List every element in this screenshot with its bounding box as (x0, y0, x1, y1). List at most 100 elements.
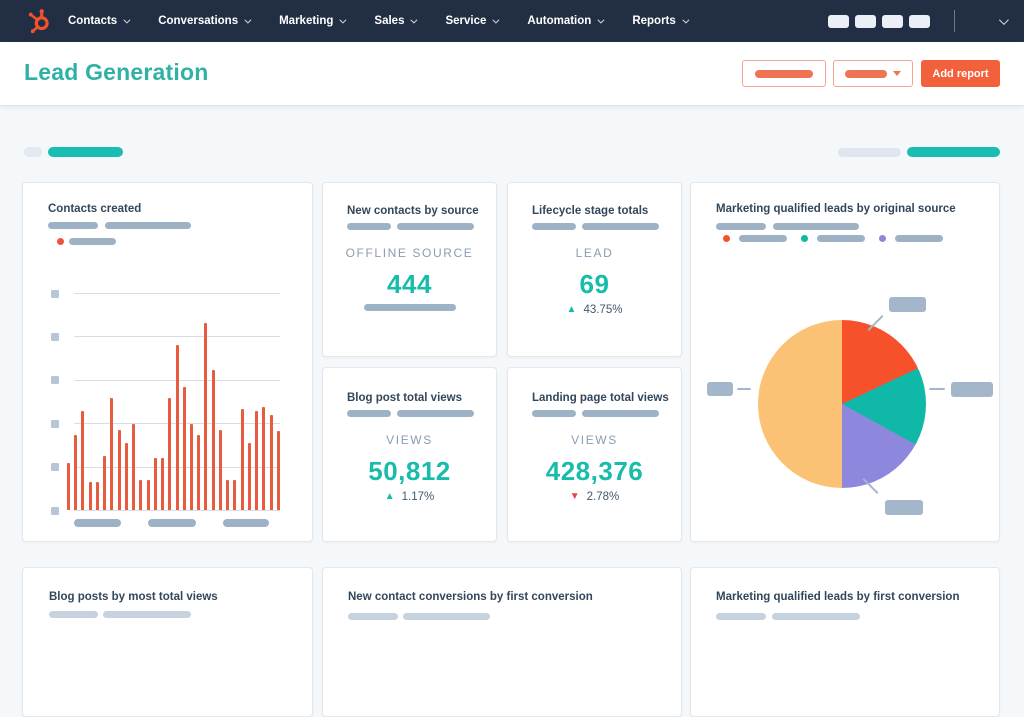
chevron-down-icon (682, 16, 690, 24)
nav-menu-reports[interactable]: Reports (632, 15, 690, 27)
metric-value: 50,812 (368, 456, 451, 486)
card-title: New contact conversions by first convers… (348, 591, 593, 603)
bar (269, 414, 273, 510)
legend-dot (723, 235, 730, 242)
bar (132, 423, 136, 510)
subtitle-placeholder (105, 222, 191, 229)
pie-callout-label (889, 297, 926, 312)
chevron-down-icon (339, 16, 347, 24)
pie-callout-label (707, 382, 733, 396)
nav-menu-conversations[interactable]: Conversations (158, 15, 252, 27)
nav-menu-service[interactable]: Service (445, 15, 500, 27)
dropdown-caret-icon (893, 71, 901, 76)
card-title: Blog post total views (347, 392, 463, 404)
dashboard-action-button-1[interactable] (742, 60, 826, 87)
pie-legend (723, 235, 957, 242)
subtitle-placeholder (397, 410, 474, 417)
metric-label: OFFLINE SOURCE (345, 246, 474, 260)
card-new-contacts-by-source: New contacts by source OFFLINE SOURCE 44… (322, 182, 497, 357)
x-axis-label-placeholder (148, 519, 196, 527)
legend-label-placeholder (895, 235, 943, 242)
nav-menu-contacts[interactable]: Contacts (68, 15, 131, 27)
add-report-button[interactable]: Add report (921, 60, 1000, 87)
y-axis-tick-placeholder (51, 376, 59, 385)
nav-menu-marketing[interactable]: Marketing (279, 15, 347, 27)
subtitle-placeholder (347, 410, 391, 417)
subtitle-placeholder (582, 223, 659, 230)
page-title: Lead Generation (24, 59, 209, 85)
chevron-down-icon (123, 16, 131, 24)
bar (211, 369, 215, 510)
nav-icon-placeholder[interactable] (855, 14, 876, 28)
nav-icon-placeholder[interactable] (909, 14, 930, 28)
subtitle-placeholder (48, 222, 98, 229)
delta-up-icon: ▲ (566, 304, 577, 315)
nav-menu-automation[interactable]: Automation (527, 15, 605, 27)
delta-up-icon: ▲ (384, 491, 395, 502)
gridline (74, 510, 280, 511)
button-label-placeholder (755, 69, 813, 78)
metric-value: 69 (579, 269, 610, 299)
y-axis-tick-placeholder (51, 463, 59, 472)
card-contacts-created: Contacts created (22, 182, 313, 542)
bar (168, 397, 172, 510)
account-chevron-down-icon[interactable] (998, 14, 1009, 25)
card-title: Marketing qualified leads by original so… (716, 203, 956, 215)
dashboard-action-dropdown[interactable] (833, 60, 913, 87)
card-lifecycle-stage-totals: Lifecycle stage totals LEAD 69 ▲ 43.75% (507, 182, 682, 357)
bar (262, 407, 266, 510)
legend-label-placeholder (817, 235, 865, 242)
card-title: New contacts by source (347, 205, 479, 217)
card-mql-by-original-source: Marketing qualified leads by original so… (690, 182, 1000, 542)
subtitle-placeholder (532, 223, 576, 230)
top-navbar: Contacts Conversations Marketing Sales Servi… (0, 0, 1024, 42)
card-title: Blog posts by most total views (49, 591, 218, 603)
card-landing-page-total-views: Landing page total views VIEWS 428,376 ▼… (507, 367, 682, 542)
pie-callout-label (951, 382, 993, 397)
bar (110, 397, 114, 510)
nav-menu-list: Contacts Conversations Marketing Sales Servi… (68, 0, 690, 42)
dashboard-filter-placeholder[interactable] (24, 147, 42, 157)
card-mql-by-first-conversion: Marketing qualified leads by first conve… (690, 567, 1000, 717)
bar (153, 457, 157, 510)
nav-icon-group (828, 14, 930, 28)
nav-icon-placeholder[interactable] (882, 14, 903, 28)
y-axis-tick-placeholder (51, 419, 59, 428)
hubspot-logo-icon[interactable] (25, 7, 53, 35)
bar (218, 429, 222, 510)
subtitle-placeholder (347, 223, 391, 230)
metric-label: LEAD (575, 246, 614, 260)
bar (226, 480, 230, 510)
metric-label: VIEWS (571, 433, 618, 447)
bar (182, 386, 186, 510)
pie-callout-line (737, 388, 751, 390)
bar (88, 481, 92, 510)
nav-divider (954, 10, 955, 32)
bar (67, 463, 70, 510)
chevron-down-icon (492, 16, 500, 24)
y-axis-tick-placeholder (51, 506, 59, 515)
bar (124, 442, 128, 510)
bar (81, 410, 85, 510)
apply-filter-placeholder[interactable] (907, 147, 1000, 157)
page-header: Lead Generation Add report (0, 42, 1024, 106)
legend-dot (801, 235, 808, 242)
card-blog-posts-by-most-total-views: Blog posts by most total views (22, 567, 313, 717)
subtitle-placeholder (773, 223, 859, 230)
bar (139, 480, 143, 510)
bar (240, 409, 244, 510)
nav-menu-sales[interactable]: Sales (374, 15, 418, 27)
card-new-contact-conversions: New contact conversions by first convers… (322, 567, 682, 717)
chevron-down-icon (597, 16, 605, 24)
dashboard-filter-active-placeholder[interactable] (48, 147, 123, 157)
metric-value: 428,376 (545, 456, 644, 486)
bar (74, 435, 78, 510)
date-range-placeholder[interactable] (838, 148, 901, 157)
bar (175, 345, 179, 510)
delta-value: 43.75% (583, 304, 623, 316)
nav-icon-placeholder[interactable] (828, 14, 849, 28)
legend-label-placeholder (739, 235, 787, 242)
bar (117, 429, 121, 510)
chevron-down-icon (410, 16, 418, 24)
delta-indicator: ▲ 43.75% (508, 304, 681, 316)
